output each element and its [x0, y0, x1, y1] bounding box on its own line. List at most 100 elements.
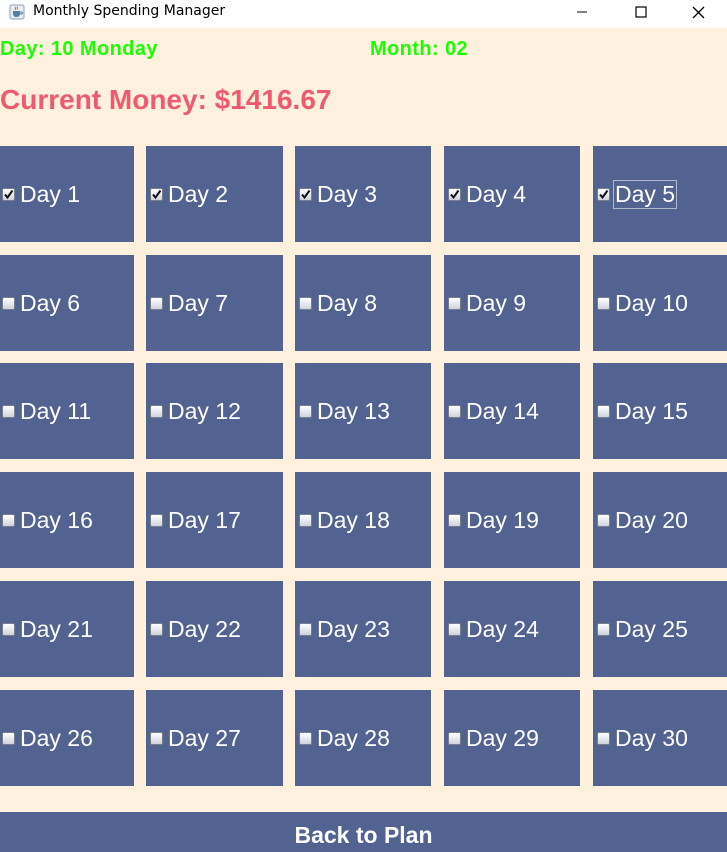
checkbox-unchecked-icon[interactable]	[150, 513, 163, 527]
day-checkbox-18[interactable]: Day 18	[295, 472, 431, 568]
day-checkbox-label: Day 21	[20, 615, 93, 642]
checkbox-checked-icon[interactable]	[150, 187, 163, 201]
day-checkbox-label: Day 22	[168, 615, 241, 642]
day-checkbox-13[interactable]: Day 13	[295, 363, 431, 459]
day-checkbox-label: Day 14	[466, 397, 539, 424]
title-bar[interactable]: Monthly Spending Manager	[0, 0, 727, 28]
day-checkbox-label: Day 13	[317, 397, 390, 424]
checkbox-unchecked-icon[interactable]	[597, 731, 610, 745]
day-checkbox-label: Day 4	[466, 180, 527, 207]
day-checkbox-29[interactable]: Day 29	[444, 690, 580, 786]
day-checkbox-21[interactable]: Day 21	[0, 581, 134, 677]
checkbox-unchecked-icon[interactable]	[150, 404, 163, 418]
day-checkbox-5[interactable]: Day 5	[593, 146, 727, 242]
checkbox-unchecked-icon[interactable]	[2, 731, 15, 745]
main-panel: Day: 10 Monday Month: 02 Current Money: …	[0, 28, 727, 852]
checkbox-unchecked-icon[interactable]	[2, 404, 15, 418]
checkbox-unchecked-icon[interactable]	[150, 622, 163, 636]
checkbox-unchecked-icon[interactable]	[2, 296, 15, 310]
maximize-icon	[635, 6, 647, 18]
checkbox-unchecked-icon[interactable]	[2, 513, 15, 527]
day-checkbox-10[interactable]: Day 10	[593, 255, 727, 351]
checkbox-checked-icon[interactable]	[299, 187, 312, 201]
maximize-button[interactable]	[612, 0, 670, 24]
window-title: Monthly Spending Manager	[33, 3, 226, 19]
day-checkbox-label: Day 18	[317, 506, 390, 533]
checkbox-checked-icon[interactable]	[448, 187, 461, 201]
close-button[interactable]	[669, 0, 727, 24]
day-checkbox-label: Day 15	[615, 397, 688, 424]
day-checkbox-label: Day 25	[615, 615, 688, 642]
day-checkbox-11[interactable]: Day 11	[0, 363, 134, 459]
day-checkbox-3[interactable]: Day 3	[295, 146, 431, 242]
day-checkbox-17[interactable]: Day 17	[146, 472, 283, 568]
day-checkbox-16[interactable]: Day 16	[0, 472, 134, 568]
checkbox-checked-icon[interactable]	[2, 187, 15, 201]
day-checkbox-30[interactable]: Day 30	[593, 690, 727, 786]
checkbox-unchecked-icon[interactable]	[299, 404, 312, 418]
checkbox-unchecked-icon[interactable]	[299, 513, 312, 527]
day-checkbox-7[interactable]: Day 7	[146, 255, 283, 351]
day-checkbox-label: Day 29	[466, 724, 539, 751]
current-day-label: Day: 10 Monday	[0, 38, 158, 60]
current-money-label: Current Money: $1416.67	[0, 84, 332, 115]
java-cup-icon	[9, 4, 25, 20]
day-checkbox-label: Day 23	[317, 615, 390, 642]
day-checkbox-24[interactable]: Day 24	[444, 581, 580, 677]
day-checkbox-label: Day 26	[20, 724, 93, 751]
day-checkbox-14[interactable]: Day 14	[444, 363, 580, 459]
day-checkbox-label: Day 28	[317, 724, 390, 751]
day-checkbox-label: Day 24	[466, 615, 539, 642]
checkbox-unchecked-icon[interactable]	[597, 296, 610, 310]
day-checkbox-22[interactable]: Day 22	[146, 581, 283, 677]
day-checkbox-25[interactable]: Day 25	[593, 581, 727, 677]
day-checkbox-label: Day 10	[615, 289, 688, 316]
day-checkbox-19[interactable]: Day 19	[444, 472, 580, 568]
checkbox-unchecked-icon[interactable]	[150, 731, 163, 745]
day-checkbox-1[interactable]: Day 1	[0, 146, 134, 242]
checkbox-unchecked-icon[interactable]	[597, 404, 610, 418]
day-checkbox-label: Day 19	[466, 506, 539, 533]
day-checkbox-28[interactable]: Day 28	[295, 690, 431, 786]
day-checkbox-2[interactable]: Day 2	[146, 146, 283, 242]
minimize-button[interactable]	[553, 0, 611, 24]
close-icon	[692, 6, 704, 18]
minimize-icon	[577, 11, 587, 13]
checkbox-unchecked-icon[interactable]	[448, 731, 461, 745]
day-checkbox-label: Day 5	[612, 179, 678, 209]
day-checkbox-label: Day 27	[168, 724, 241, 751]
back-to-plan-button[interactable]: Back to Plan	[0, 812, 727, 852]
day-checkbox-15[interactable]: Day 15	[593, 363, 727, 459]
day-checkbox-label: Day 6	[20, 289, 81, 316]
current-month-label: Month: 02	[370, 38, 469, 60]
day-checkbox-23[interactable]: Day 23	[295, 581, 431, 677]
day-checkbox-label: Day 16	[20, 506, 93, 533]
day-checkbox-9[interactable]: Day 9	[444, 255, 580, 351]
day-checkbox-label: Day 2	[168, 180, 229, 207]
checkbox-unchecked-icon[interactable]	[448, 404, 461, 418]
checkbox-unchecked-icon[interactable]	[299, 731, 312, 745]
checkbox-unchecked-icon[interactable]	[597, 622, 610, 636]
checkbox-checked-icon[interactable]	[597, 187, 610, 201]
day-grid: Day 1 Day 2 Day 3 Day 4 Day 5 Day 6 Day 7 Day 8…	[0, 146, 727, 786]
day-checkbox-label: Day 9	[466, 289, 527, 316]
day-checkbox-12[interactable]: Day 12	[146, 363, 283, 459]
day-checkbox-label: Day 17	[168, 506, 241, 533]
checkbox-unchecked-icon[interactable]	[448, 296, 461, 310]
checkbox-unchecked-icon[interactable]	[597, 513, 610, 527]
checkbox-unchecked-icon[interactable]	[299, 296, 312, 310]
checkbox-unchecked-icon[interactable]	[299, 622, 312, 636]
day-checkbox-4[interactable]: Day 4	[444, 146, 580, 242]
day-checkbox-6[interactable]: Day 6	[0, 255, 134, 351]
checkbox-unchecked-icon[interactable]	[448, 622, 461, 636]
day-checkbox-26[interactable]: Day 26	[0, 690, 134, 786]
checkbox-unchecked-icon[interactable]	[150, 296, 163, 310]
day-checkbox-8[interactable]: Day 8	[295, 255, 431, 351]
checkbox-unchecked-icon[interactable]	[448, 513, 461, 527]
day-checkbox-20[interactable]: Day 20	[593, 472, 727, 568]
day-checkbox-label: Day 12	[168, 397, 241, 424]
checkbox-unchecked-icon[interactable]	[2, 622, 15, 636]
day-checkbox-27[interactable]: Day 27	[146, 690, 283, 786]
day-checkbox-label: Day 1	[20, 180, 81, 207]
day-checkbox-label: Day 8	[317, 289, 378, 316]
